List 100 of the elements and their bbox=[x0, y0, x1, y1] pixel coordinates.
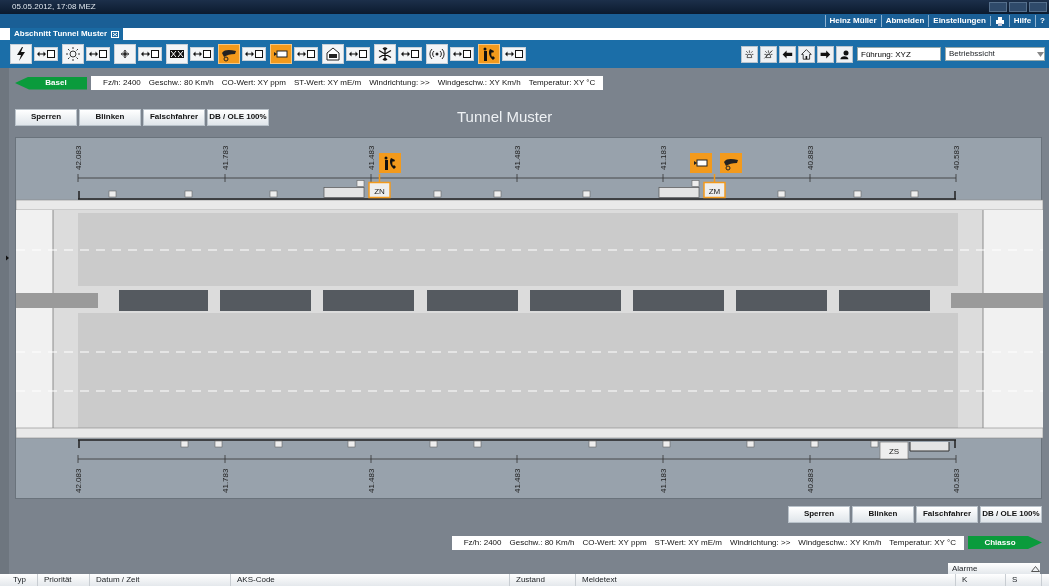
view-dropdown[interactable]: Betriebssicht bbox=[945, 47, 1045, 61]
toggle-mode-icon[interactable] bbox=[348, 49, 368, 59]
collapse-icon[interactable] bbox=[1031, 565, 1040, 572]
km-label: 41.783 bbox=[221, 145, 230, 170]
action-button[interactable]: Falschfahrer bbox=[916, 505, 978, 523]
info-value: Geschw.: 80 Km/h bbox=[509, 536, 575, 549]
camera-icon[interactable] bbox=[690, 152, 712, 173]
station-tag[interactable]: ZN bbox=[368, 181, 391, 198]
toggle-mode-icon[interactable] bbox=[244, 49, 264, 59]
info-value: Temperatur: XY °C bbox=[889, 536, 956, 549]
action-button[interactable]: Sperren bbox=[15, 108, 77, 126]
column-header[interactable]: S bbox=[1006, 574, 1042, 586]
km-label: 41.483 bbox=[513, 145, 522, 170]
menu-link[interactable]: Einstellungen bbox=[928, 15, 990, 27]
div-sign-icon bbox=[325, 46, 341, 62]
sensor-icon bbox=[777, 190, 786, 197]
tool-button[interactable] bbox=[836, 45, 853, 63]
toolbar-button[interactable] bbox=[322, 44, 344, 64]
tool-button[interactable] bbox=[817, 45, 834, 63]
column-header[interactable]: Datum / Zeit bbox=[90, 574, 231, 586]
menu-link[interactable]: Hilfe bbox=[1008, 15, 1036, 27]
info-value: Fz/h: 2400 bbox=[463, 536, 502, 549]
column-header[interactable]: Typ bbox=[7, 574, 38, 586]
printer-icon[interactable] bbox=[994, 16, 1005, 26]
action-button[interactable]: DB / OLE 100% bbox=[207, 108, 269, 126]
toolbar-button[interactable] bbox=[270, 44, 292, 64]
toggle-mode-icon[interactable] bbox=[296, 49, 316, 59]
column-header[interactable]: AKS-Code bbox=[231, 574, 510, 586]
info-value: Windrichtung: >> bbox=[729, 536, 791, 549]
menu-link[interactable]: Heinz Müller bbox=[824, 15, 881, 27]
lamp-off-icon bbox=[762, 47, 775, 61]
tool-button[interactable] bbox=[798, 45, 815, 63]
info-value: Fz/h: 2400 bbox=[103, 77, 141, 89]
sensor-icon bbox=[662, 440, 671, 447]
info-value: Geschw.: 80 Km/h bbox=[148, 77, 214, 89]
sensor-icon bbox=[746, 440, 755, 447]
toggle-mode-icon[interactable] bbox=[192, 49, 212, 59]
info-value: CO-Wert: XY ppm bbox=[582, 536, 647, 549]
guidance-field[interactable]: Führung: XYZ bbox=[857, 47, 941, 61]
station-tag[interactable]: ZM bbox=[703, 181, 726, 198]
sensor-icon bbox=[356, 179, 365, 187]
toolbar-button[interactable] bbox=[426, 44, 448, 64]
toggle-mode-icon[interactable] bbox=[452, 49, 472, 59]
toolbar-button[interactable] bbox=[62, 44, 84, 64]
collapse-handle-icon[interactable] bbox=[6, 254, 9, 262]
km-label: 42.083 bbox=[74, 145, 83, 170]
sensor-icon bbox=[269, 190, 278, 197]
km-label: 41.783 bbox=[221, 468, 230, 493]
action-button[interactable]: DB / OLE 100% bbox=[980, 505, 1042, 523]
toggle-mode-icon[interactable] bbox=[140, 49, 160, 59]
niche-drawing bbox=[323, 186, 365, 198]
km-label: 40.583 bbox=[952, 468, 961, 493]
km-label: 41.483 bbox=[367, 145, 376, 170]
toolbar-button[interactable] bbox=[10, 44, 32, 64]
page-title: Tunnel Muster bbox=[457, 107, 553, 127]
date-time: 05.05.2012, 17:08 MEZ bbox=[12, 1, 96, 13]
action-button[interactable]: Blinken bbox=[79, 108, 141, 126]
toolbar-button[interactable] bbox=[166, 44, 188, 64]
toolbar-button[interactable] bbox=[218, 44, 240, 64]
tab[interactable]: Abschnitt Tunnel Muster bbox=[10, 28, 124, 40]
niche-drawing bbox=[658, 186, 700, 198]
sensor-icon bbox=[588, 440, 597, 447]
toolbar-button[interactable] bbox=[478, 44, 500, 64]
caret-icon bbox=[1037, 51, 1044, 57]
tool-button[interactable] bbox=[779, 45, 796, 63]
action-button[interactable]: Blinken bbox=[852, 505, 914, 523]
sun-icon bbox=[65, 46, 81, 62]
lamp-icon bbox=[743, 47, 756, 61]
antenna-icon bbox=[429, 46, 445, 62]
toggle-mode-icon[interactable] bbox=[88, 49, 108, 59]
km-label: 42.083 bbox=[74, 468, 83, 493]
menu-link[interactable]: ? bbox=[1035, 15, 1049, 27]
column-header[interactable]: K bbox=[956, 574, 1006, 586]
toolbar-button[interactable] bbox=[114, 44, 136, 64]
toggle-mode-icon[interactable] bbox=[400, 49, 420, 59]
toggle-mode-icon[interactable] bbox=[36, 49, 56, 59]
info-value: CO-Wert: XY ppm bbox=[221, 77, 286, 89]
station-tag[interactable]: ZS bbox=[879, 441, 909, 459]
km-label: 40.883 bbox=[806, 145, 815, 170]
sensor-icon bbox=[347, 440, 356, 447]
tab-label: Abschnitt Tunnel Muster bbox=[14, 28, 108, 40]
column-header[interactable]: Meldetext bbox=[576, 574, 956, 586]
info-value: ST-Wert: XY mE/m bbox=[654, 536, 722, 549]
action-button[interactable]: Falschfahrer bbox=[143, 108, 205, 126]
alarm-panel-tab[interactable]: Alarme bbox=[948, 563, 1040, 574]
sos-phone-icon bbox=[481, 46, 497, 62]
column-header[interactable]: Zustand bbox=[510, 574, 576, 586]
info-value: Windrichtung: >> bbox=[369, 77, 430, 89]
hose-icon[interactable] bbox=[720, 152, 742, 173]
action-button[interactable]: Sperren bbox=[788, 505, 850, 523]
info-value: Temperatur: XY °C bbox=[528, 77, 596, 89]
toggle-mode-icon[interactable] bbox=[504, 49, 524, 59]
close-icon[interactable] bbox=[111, 30, 120, 38]
menu-link[interactable]: Abmelden bbox=[880, 15, 929, 27]
column-header[interactable]: Priorität bbox=[38, 574, 90, 586]
niche-drawing bbox=[909, 441, 950, 451]
panel-title: Alarme bbox=[952, 562, 978, 575]
km-label: 41.183 bbox=[659, 468, 668, 493]
sos-phone-icon[interactable] bbox=[379, 152, 401, 173]
toolbar-button[interactable] bbox=[374, 44, 396, 64]
